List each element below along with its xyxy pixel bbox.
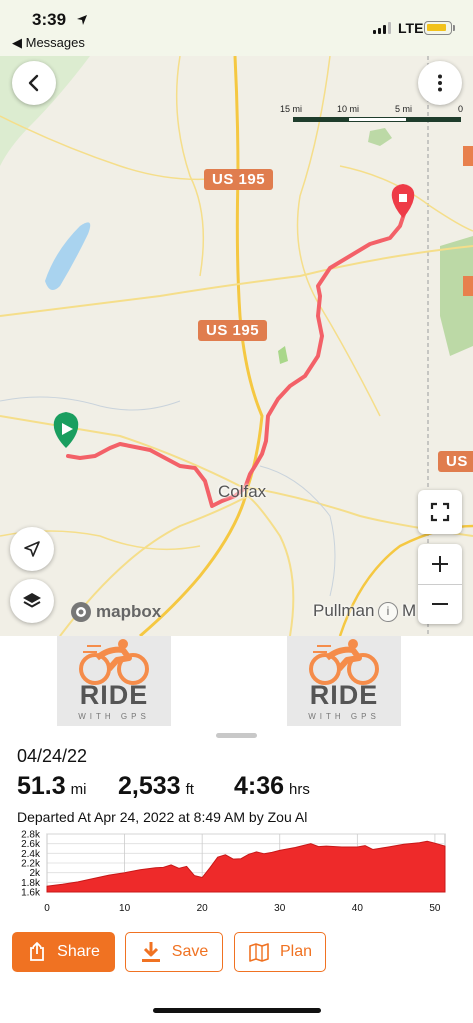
- y-tick-label: 1.8k: [21, 878, 41, 889]
- cyclist-logo-icon: [79, 639, 149, 685]
- town-label-moscow: M: [402, 601, 417, 620]
- fullscreen-icon: [430, 502, 450, 522]
- elevation-chart[interactable]: 1.6k1.8k2k2.2k2.4k2.6k2.8k 0 10 20 30 40 50: [0, 826, 473, 918]
- scale-label: 10 mi: [337, 104, 360, 114]
- y-tick-label: 2.2k: [21, 859, 41, 870]
- share-button[interactable]: Share: [12, 932, 115, 972]
- save-label: Save: [171, 943, 209, 960]
- location-arrow-icon: [77, 15, 87, 25]
- scale-line: [293, 117, 461, 122]
- battery-icon: [424, 21, 452, 35]
- departed-info: Departed At Apr 24, 2022 at 8:49 AM by Z…: [17, 809, 308, 825]
- y-tick-label: 2.6k: [21, 839, 41, 850]
- x-tick-label: 10: [119, 903, 131, 914]
- x-tick-label: 30: [274, 903, 286, 914]
- distance-value: 51.3: [17, 772, 66, 800]
- mapbox-text: mapbox: [96, 602, 162, 621]
- duration-stat: 4:36 hrs: [234, 772, 310, 801]
- zoom-controls: [418, 544, 462, 624]
- town-label-colfax: Colfax: [218, 482, 267, 501]
- elevation-stat: 2,533 ft: [118, 772, 194, 801]
- ride-photo[interactable]: RIDE WITH GPS: [57, 636, 171, 726]
- mapbox-logo[interactable]: mapbox: [70, 601, 161, 623]
- duration-value: 4:36: [234, 772, 285, 800]
- minus-icon: [432, 603, 448, 605]
- ride-photo[interactable]: RIDE WITH GPS: [287, 636, 401, 726]
- mapbox-icon: [71, 602, 91, 622]
- app: { "status_bar": { "time": "3:39", "locat…: [0, 0, 473, 1023]
- back-to-messages[interactable]: ◀ Messages: [12, 35, 85, 51]
- ride-date: 04/24/22: [17, 746, 88, 766]
- plus-icon: [432, 556, 448, 572]
- y-tick-label: 2.4k: [21, 849, 41, 860]
- layers-icon: [23, 593, 41, 608]
- map-base: [0, 56, 473, 636]
- road-shield-us195-north: US 195: [204, 169, 274, 190]
- y-tick-label: 1.6k: [21, 888, 41, 899]
- signal-icon: [373, 22, 393, 34]
- more-vertical-icon: [438, 74, 442, 92]
- scale-label: 15 mi: [280, 104, 303, 114]
- ride-logo-subtitle: WITH GPS: [78, 712, 150, 721]
- end-marker-icon: [391, 184, 415, 218]
- x-tick-label: 50: [429, 903, 441, 914]
- map-scale-bar: 15 mi 10 mi 5 mi 0: [280, 104, 466, 126]
- route-line: [66, 212, 406, 508]
- share-label: Share: [57, 943, 100, 960]
- zoom-in-button[interactable]: [418, 544, 462, 584]
- status-bar: 3:39 ◀ Messages LTE: [0, 0, 473, 56]
- map-pin-icon: [249, 943, 269, 962]
- status-time: 3:39: [32, 10, 67, 29]
- scale-label: 0: [458, 104, 464, 114]
- save-button[interactable]: Save: [125, 932, 223, 972]
- elevation-value: 2,533: [118, 772, 181, 800]
- start-marker-icon: [53, 412, 79, 448]
- fullscreen-button[interactable]: [418, 490, 462, 534]
- cyclist-logo-icon: [309, 639, 379, 685]
- x-tick-label: 0: [44, 903, 50, 914]
- sheet-grabber[interactable]: [216, 733, 257, 738]
- distance-unit: mi: [70, 781, 87, 798]
- ride-logo-title: RIDE: [309, 680, 379, 710]
- duration-unit: hrs: [289, 781, 310, 798]
- network-type: LTE: [398, 20, 424, 36]
- route-map[interactable]: US 195 US 195 US Colfax Pullman M 15 mi …: [0, 56, 473, 636]
- home-indicator[interactable]: [153, 1008, 321, 1013]
- ride-logo-title: RIDE: [79, 680, 149, 710]
- distance-stat: 51.3 mi: [17, 772, 87, 801]
- battery-level: [427, 24, 446, 31]
- y-tick-label: 2k: [29, 868, 41, 879]
- x-tick-label: 20: [197, 903, 209, 914]
- x-tick-label: 40: [352, 903, 364, 914]
- plan-label: Plan: [279, 943, 313, 960]
- plan-button[interactable]: Plan: [234, 932, 326, 972]
- y-tick-label: 2.8k: [21, 830, 41, 841]
- download-icon: [141, 942, 160, 962]
- chevron-left-icon: [28, 74, 39, 92]
- road-shield-us-east: US: [438, 451, 473, 472]
- scale-label: 5 mi: [395, 104, 413, 114]
- share-icon: [30, 942, 45, 961]
- road-shield-us195-south: US 195: [198, 320, 268, 341]
- map-info-button[interactable]: i: [378, 602, 398, 622]
- navigation-arrow-icon: [24, 541, 40, 557]
- elevation-unit: ft: [185, 781, 194, 798]
- back-button[interactable]: [12, 61, 56, 105]
- battery-tip: [453, 25, 455, 31]
- zoom-out-button[interactable]: [418, 584, 462, 624]
- locate-button[interactable]: [10, 527, 54, 571]
- town-label-pullman: Pullman: [313, 601, 375, 620]
- more-options-button[interactable]: [418, 61, 462, 105]
- layers-button[interactable]: [10, 579, 54, 623]
- ride-logo-subtitle: WITH GPS: [308, 712, 380, 721]
